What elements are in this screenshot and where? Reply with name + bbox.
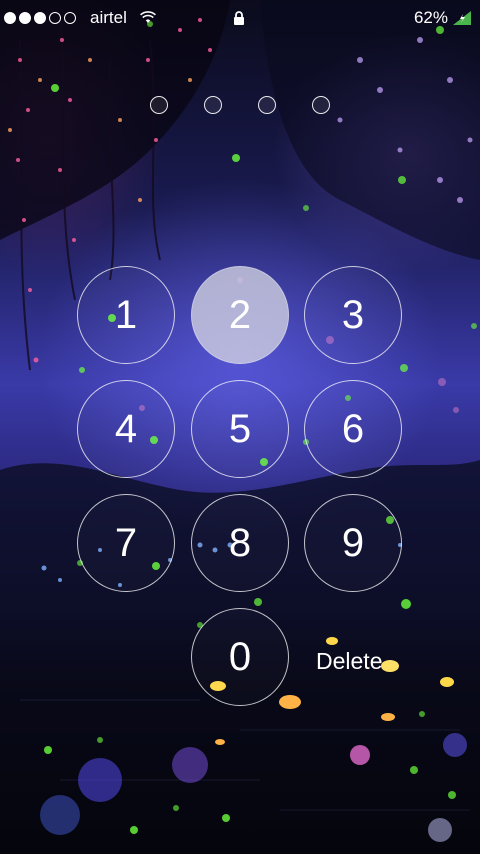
key-4[interactable]: 4 [77,380,175,478]
key-5[interactable]: 5 [191,380,289,478]
passcode-dot [204,96,222,114]
passcode-dot [312,96,330,114]
battery-percentage: 62% [413,8,448,27]
lock-icon [234,11,244,25]
signal-dot-icon [34,12,46,24]
signal-dot-icon [19,12,31,24]
key-6[interactable]: 6 [304,380,402,478]
key-8[interactable]: 8 [191,494,289,592]
signal-dot-icon [49,12,61,24]
signal-dot-icon [4,12,16,24]
status-bar: airtel 62% [0,0,480,36]
battery-charging-icon [453,11,471,25]
carrier-name: airtel [90,8,127,27]
passcode-indicator [150,96,330,114]
key-3[interactable]: 3 [304,266,402,364]
key-9[interactable]: 9 [304,494,402,592]
signal-strength-icon [4,12,76,24]
passcode-dot [258,96,276,114]
key-0[interactable]: 0 [191,608,289,706]
delete-button[interactable]: Delete [316,648,382,675]
signal-dot-icon [64,12,76,24]
key-2[interactable]: 2 [191,266,289,364]
key-7[interactable]: 7 [77,494,175,592]
wifi-icon [140,11,156,23]
key-1[interactable]: 1 [77,266,175,364]
passcode-dot [150,96,168,114]
